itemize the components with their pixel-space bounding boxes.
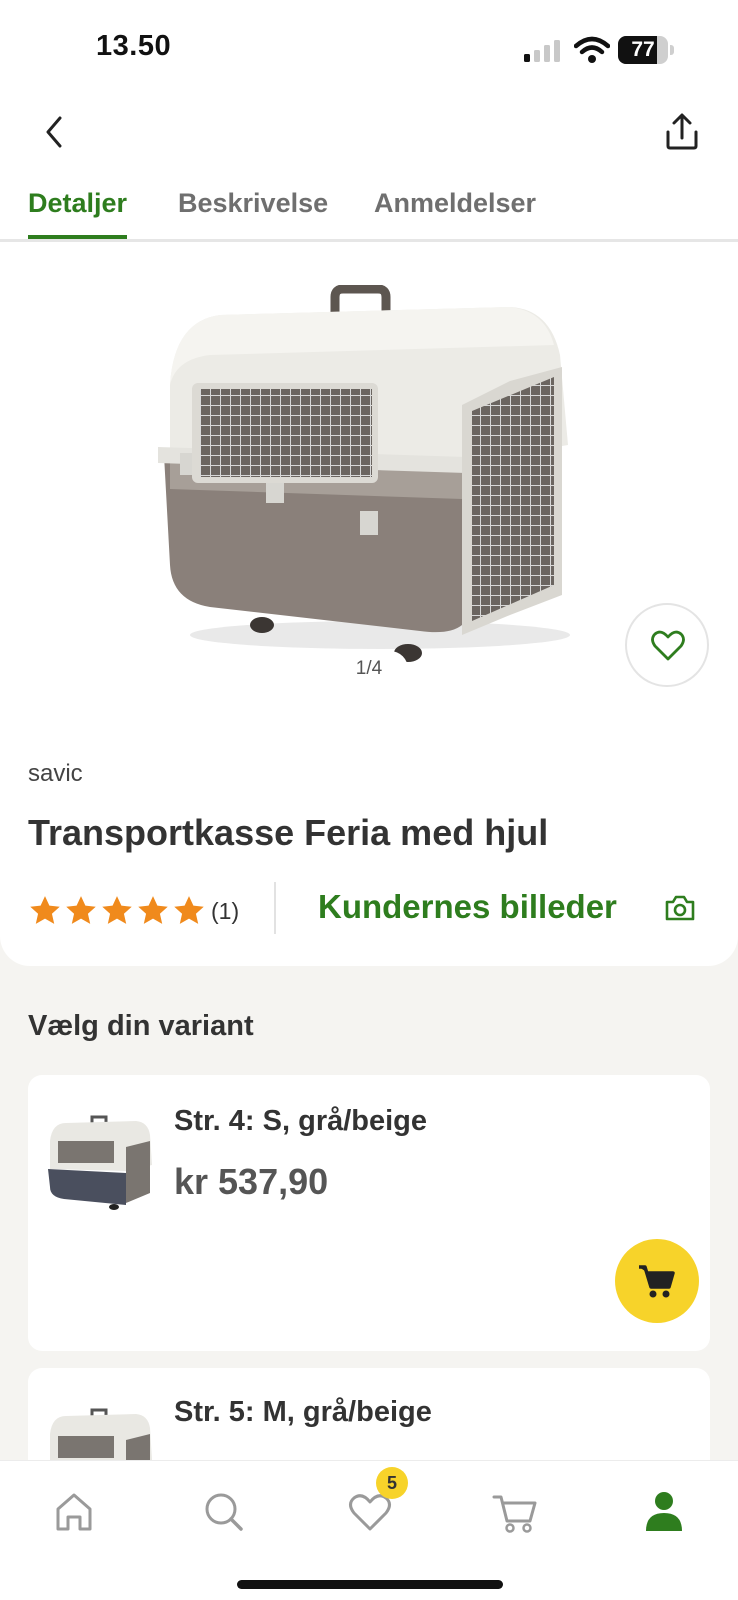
star-icon bbox=[138, 896, 168, 924]
gallery-pager: 1/4 bbox=[330, 651, 408, 687]
cart-outline-icon bbox=[492, 1495, 537, 1533]
home-indicator bbox=[237, 1580, 503, 1589]
battery-body: 77 bbox=[618, 36, 668, 64]
nav-cart[interactable] bbox=[486, 1481, 546, 1541]
favorite-button[interactable] bbox=[625, 603, 709, 687]
star-icon bbox=[174, 896, 204, 924]
camera-icon[interactable] bbox=[664, 894, 696, 922]
variant-card[interactable]: Str. 4: S, grå/beige kr 537,90 bbox=[28, 1075, 710, 1351]
tab-reviews[interactable]: Anmeldelser bbox=[374, 188, 536, 239]
bottom-navigation: 5 bbox=[0, 1460, 738, 1600]
chevron-left-icon bbox=[46, 116, 62, 148]
variant-name: Str. 5: M, grå/beige bbox=[174, 1396, 432, 1428]
star-rating[interactable] bbox=[28, 894, 206, 930]
product-title: Transportkasse Feria med hjul bbox=[28, 812, 549, 853]
nav-home[interactable] bbox=[44, 1481, 104, 1541]
tab-bar: Detaljer Beskrivelse Anmeldelser bbox=[0, 180, 738, 242]
variant-price: kr 537,90 bbox=[174, 1161, 329, 1202]
nav-search[interactable] bbox=[193, 1481, 253, 1541]
home-icon bbox=[56, 1493, 92, 1531]
variant-card[interactable]: Str. 5: M, grå/beige bbox=[28, 1368, 710, 1460]
variant-thumbnail bbox=[50, 1408, 152, 1460]
star-icon bbox=[102, 896, 132, 924]
search-icon bbox=[205, 1493, 243, 1531]
tab-description[interactable]: Beskrivelse bbox=[178, 188, 328, 239]
star-icon bbox=[30, 896, 60, 924]
share-button[interactable] bbox=[660, 106, 704, 158]
nav-favorites[interactable]: 5 bbox=[340, 1467, 408, 1541]
review-count[interactable]: (1) bbox=[211, 898, 239, 925]
heart-outline-icon bbox=[651, 630, 685, 661]
favorites-badge: 5 bbox=[376, 1467, 408, 1499]
product-gallery[interactable]: 1/4 bbox=[0, 245, 738, 705]
product-brand[interactable]: savic bbox=[28, 760, 83, 788]
variant-name: Str. 4: S, grå/beige bbox=[174, 1105, 428, 1137]
battery-indicator: 77 bbox=[618, 36, 674, 64]
tab-details[interactable]: Detaljer bbox=[28, 188, 128, 239]
battery-level: 77 bbox=[631, 38, 655, 61]
battery-tip bbox=[670, 45, 674, 55]
nav-profile[interactable] bbox=[634, 1481, 694, 1541]
add-to-cart-button[interactable] bbox=[615, 1239, 699, 1323]
back-button[interactable] bbox=[36, 106, 76, 158]
navigation-bar bbox=[0, 100, 738, 180]
status-bar: 13.50 77 bbox=[0, 0, 738, 100]
customer-photos-link[interactable]: Kundernes billeder bbox=[318, 888, 617, 926]
share-icon bbox=[666, 113, 698, 150]
variant-heading: Vælg din variant bbox=[28, 1010, 254, 1042]
wifi-icon bbox=[574, 36, 610, 63]
variant-thumbnail bbox=[48, 1115, 152, 1210]
cellular-signal-icon bbox=[524, 40, 560, 62]
profile-icon bbox=[646, 1492, 682, 1531]
cart-icon bbox=[639, 1265, 675, 1298]
status-time: 13.50 bbox=[96, 30, 172, 62]
divider bbox=[274, 882, 276, 934]
pet-carrier-image bbox=[158, 285, 570, 662]
star-icon bbox=[66, 896, 96, 924]
rating-row: (1) Kundernes billeder bbox=[28, 882, 718, 938]
